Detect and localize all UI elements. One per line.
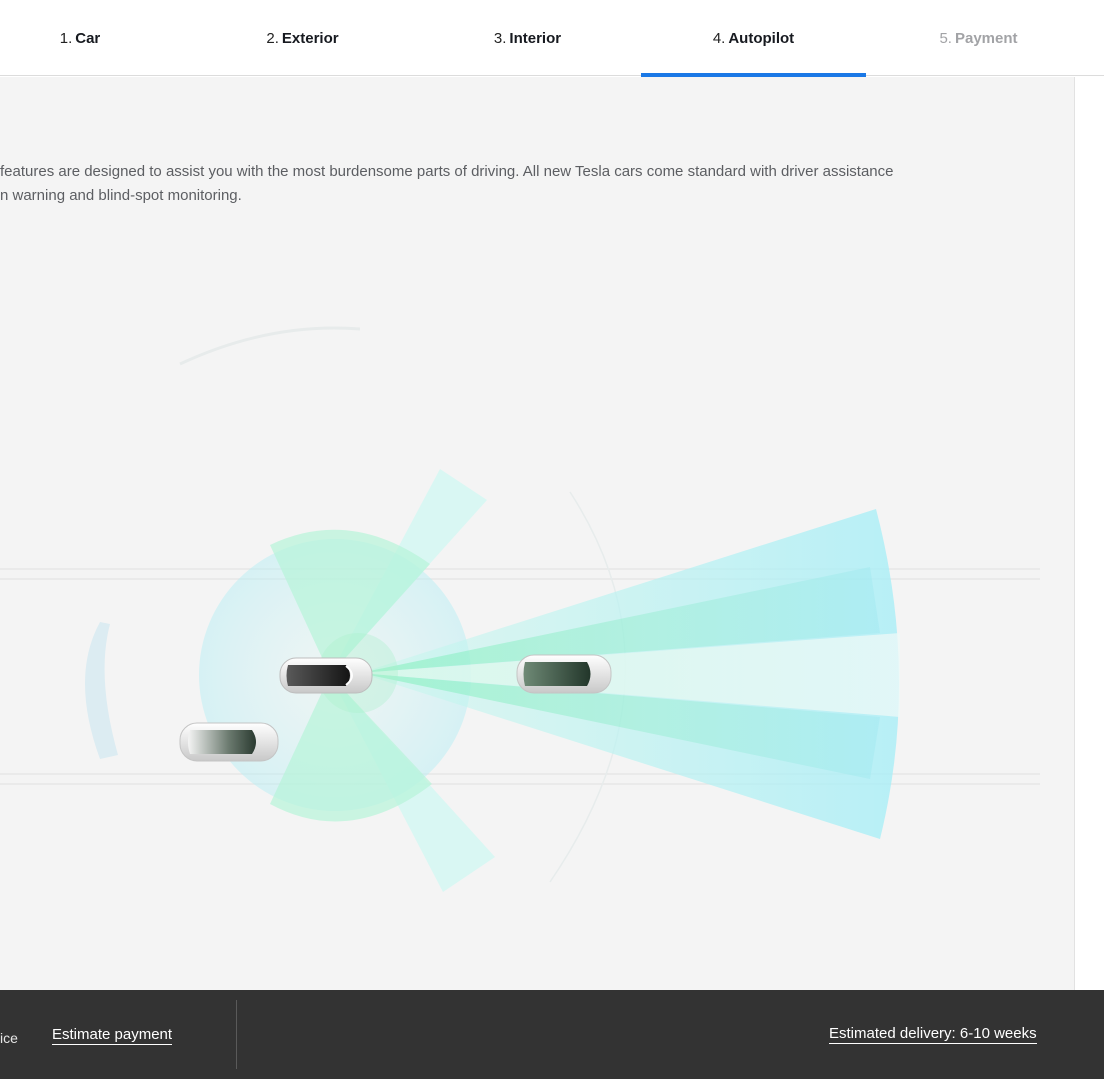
long-range-arc [179,326,361,366]
summary-sidebar-edge [1074,77,1104,990]
step-payment[interactable]: 5. Payment [866,0,1091,76]
rear-sensor-arc [85,622,118,759]
step-number: 2. [266,29,279,47]
footer-bar: ice Estimate payment Estimated delivery:… [0,990,1104,1079]
step-label: Car [75,29,101,47]
price-label: ice [0,1030,18,1046]
step-label: Autopilot [728,29,795,47]
step-number: 1. [59,29,73,47]
car-rear-left [179,722,279,762]
car-ahead [516,654,612,694]
step-navigation: 1. Car 2. Exterior 3. Interior 4. Autopi… [0,0,1104,77]
step-car[interactable]: 1. Car [0,0,160,76]
step-autopilot[interactable]: 4. Autopilot [641,0,866,77]
estimate-payment-link[interactable]: Estimate payment [52,1026,173,1045]
step-label: Interior [509,29,562,47]
footer-divider [236,1000,237,1069]
step-interior[interactable]: 3. Interior [415,0,640,76]
autopilot-panel: features are designed to assist you with… [0,77,1074,990]
step-label: Exterior [281,29,339,47]
step-number: 3. [493,29,507,47]
step-exterior[interactable]: 2. Exterior [190,0,415,76]
step-number: 5. [939,29,952,47]
step-number: 4. [712,29,726,47]
step-label: Payment [954,29,1018,47]
main-car [279,657,373,694]
estimated-delivery-link[interactable]: Estimated delivery: 6-10 weeks [829,1025,1037,1044]
autopilot-sensor-illustration [0,326,1040,892]
